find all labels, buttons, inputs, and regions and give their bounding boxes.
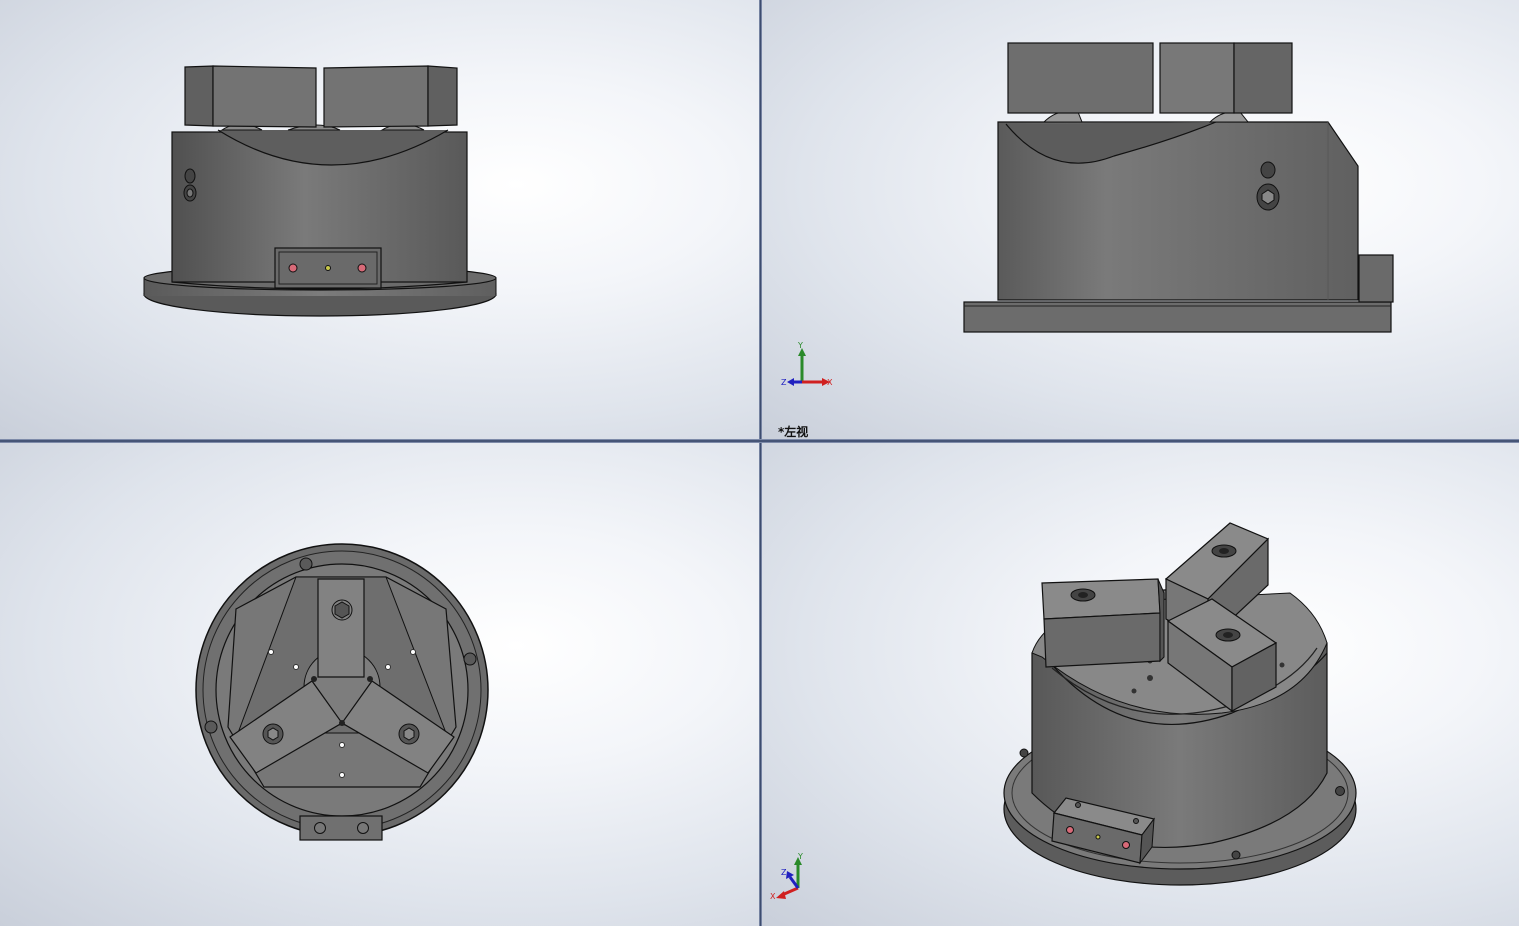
left-body: [997, 121, 1359, 301]
coordinate-triad: [787, 348, 830, 386]
viewport-left[interactable]: Y Z X *左视: [762, 0, 1519, 439]
left-base-plate: [963, 301, 1392, 333]
bottom-sensor-block: [299, 815, 383, 841]
left-jaw-2: [1159, 42, 1293, 114]
view-name-label: *左视: [778, 425, 809, 439]
viewport-front[interactable]: [0, 0, 759, 439]
triad-label-z: Z: [781, 378, 787, 387]
front-sensor-block: [274, 247, 382, 289]
viewport-bottom[interactable]: [0, 443, 759, 926]
left-sensor-block: [1358, 254, 1394, 303]
left-jaw-1: [1007, 42, 1154, 114]
front-jaw-right: [323, 65, 458, 128]
bottom-jaw-top: [317, 578, 365, 678]
iso-triad-label-z: Z: [781, 868, 787, 877]
triad-label-y: Y: [797, 341, 803, 350]
iso-jaw-1: [1041, 578, 1165, 668]
iso-triad-label-y: Y: [797, 852, 803, 861]
iso-triad-label-x: X: [770, 892, 776, 901]
front-jaw-left: [184, 65, 317, 128]
viewport-divider-vertical[interactable]: [759, 0, 762, 926]
bottom-view-model: [195, 543, 489, 841]
left-view-model: Y Z X: [781, 42, 1394, 387]
isometric-view-model: Y Z X: [770, 522, 1357, 901]
viewport-divider-horizontal[interactable]: [0, 439, 1519, 443]
triad-label-x: X: [827, 378, 833, 387]
viewport-isometric[interactable]: Y Z X: [762, 443, 1519, 926]
iso-coordinate-triad: [776, 857, 802, 899]
front-view-model: [143, 65, 497, 317]
